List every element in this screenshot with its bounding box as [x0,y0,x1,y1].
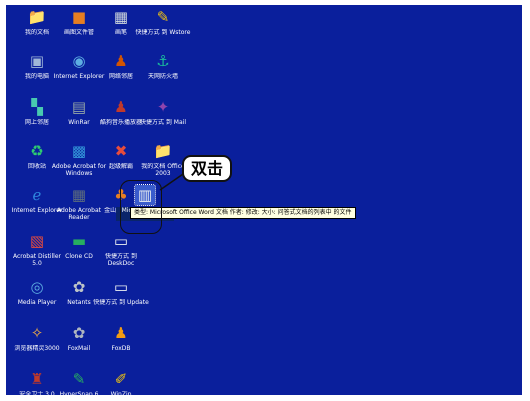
internet-icon: ◉ [72,52,86,70]
desktop-icon-app-shortcut-2[interactable]: ⚓ 天网防火墙 [134,51,192,101]
file-info-tooltip: 类型: Microsoft Office Word 文档 作者: 修改: 大小:… [130,207,356,219]
tool-shortcut-1-icon: ✎ [156,8,170,26]
photoshop-icon: ■ [71,8,87,26]
my-computer-icon: ▣ [29,52,45,70]
app-tool-11-icon: ♜ [30,370,44,388]
media-player-icon: ◎ [30,278,44,296]
double-click-callout: 双击 [182,155,232,182]
app-tool-10-icon: ✧ [30,324,44,342]
desktop-icon-app-tool-13[interactable]: ✐ WinZip [92,369,150,395]
desktop-icon-app-shortcut-7[interactable]: ▭ 快捷方式 到 DeskDoc [92,231,150,281]
desktop-icon-label: FoxDB [111,345,131,352]
adobe-2-icon: ▦ [71,186,87,204]
app-shortcut-9-icon: ▭ [113,278,129,296]
desktop-icon-app-shortcut-3[interactable]: ✦ 快捷方式 到 Mail [134,97,192,147]
desktop: 📁 我的文档 ■ 画图文件管 ▦ 画笔 ✎ 快捷方式 到 Wstore ▣ 我的电脑 ◉ Intern… [6,5,522,395]
desktop-icon-label: 天网防火墙 [147,73,178,80]
foxit-icon: ♟ [114,324,128,342]
app-tool-12-icon: ✎ [72,370,86,388]
desktop-icon-label: 快捷方式 到 Update [93,299,149,306]
recycle-bin-icon: ♻ [30,142,44,160]
app-tool-4-icon: ✖ [114,142,128,160]
winrar-icon: ▤ [71,98,87,116]
tool-8-icon: ✿ [72,278,86,296]
desktop-icon-foxit[interactable]: ♟ FoxDB [92,323,150,373]
tooltip-text: 类型: Microsoft Office Word 文档 作者: 修改: 大小:… [134,209,352,216]
forecast-icon: ✿ [72,324,86,342]
app-tool-6-icon: ▧ [29,232,45,250]
app-tool-13-icon: ✐ [114,370,128,388]
office-folder-icon: 📁 [153,142,173,160]
callout-label: 双击 [190,159,223,178]
desktop-icon-label: WinZip [110,391,132,395]
selected-icon-highlight-ring [120,180,162,234]
app-shortcut-2-icon: ⚓ [156,52,170,70]
user-folder-icon: ♟ [114,52,128,70]
app-shortcut-7-icon: ▭ [113,232,129,250]
network-icon: ▚ [31,98,43,116]
adobe-reader-icon: ▩ [71,142,87,160]
browser-2-icon: ℯ [32,186,42,204]
my-documents-icon: 📁 [27,8,47,26]
desktop-icon-tool-shortcut-1[interactable]: ✎ 快捷方式 到 Wstore [134,7,192,57]
desktop-icon-app-shortcut-9[interactable]: ▭ 快捷方式 到 Update [92,277,150,327]
desktop-icon-label: 快捷方式 到 DeskDoc [105,253,137,267]
clone-tool-icon: ▬ [71,232,87,250]
app-shortcut-3-icon: ✦ [156,98,170,116]
media-tool-icon: ♟ [114,98,128,116]
notepad-icon: ▦ [113,8,129,26]
desktop-icon-label: 快捷方式 到 Wstore [135,29,191,36]
desktop-icon-label: 快捷方式 到 Mail [139,119,186,126]
